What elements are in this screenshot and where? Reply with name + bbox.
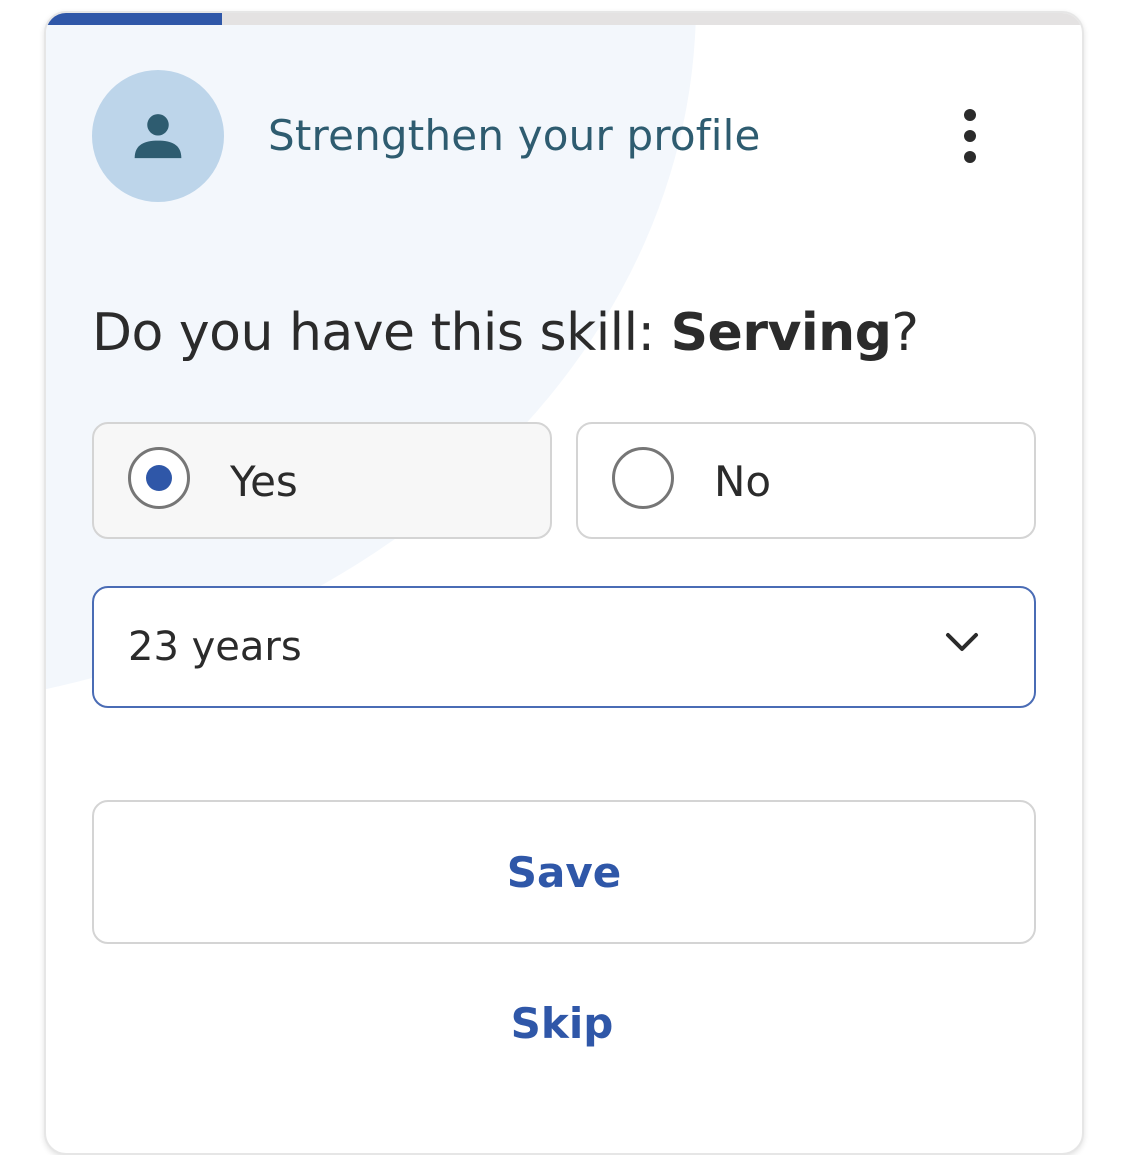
- radio-button-unselected[interactable]: [612, 447, 674, 509]
- more-options-button[interactable]: [950, 105, 990, 175]
- page-title: Strengthen your profile: [268, 111, 761, 160]
- radio-option-no[interactable]: No: [576, 422, 1036, 539]
- profile-card: Strengthen your profile Do you have this…: [44, 11, 1084, 1155]
- save-button[interactable]: Save: [92, 800, 1036, 944]
- progress-fill: [46, 13, 223, 25]
- chevron-down-icon: [946, 633, 978, 651]
- skill-name: Serving: [670, 303, 892, 363]
- radio-option-yes[interactable]: Yes: [92, 422, 552, 539]
- experience-select-value: 23 years: [128, 624, 302, 670]
- avatar: [92, 70, 224, 202]
- radio-selected-dot: [146, 465, 172, 491]
- progress-bar: [46, 13, 1082, 25]
- skip-button[interactable]: Skip: [92, 993, 1032, 1053]
- person-icon: [134, 114, 182, 159]
- radio-label-yes: Yes: [230, 457, 298, 506]
- more-vertical-icon: [964, 109, 976, 163]
- radio-label-no: No: [714, 457, 772, 506]
- radio-button-selected[interactable]: [128, 447, 190, 509]
- skill-question: Do you have this skill: Serving?: [92, 303, 919, 363]
- question-suffix: ?: [891, 303, 919, 363]
- experience-select[interactable]: 23 years: [92, 586, 1036, 708]
- question-prefix: Do you have this skill:: [92, 303, 671, 363]
